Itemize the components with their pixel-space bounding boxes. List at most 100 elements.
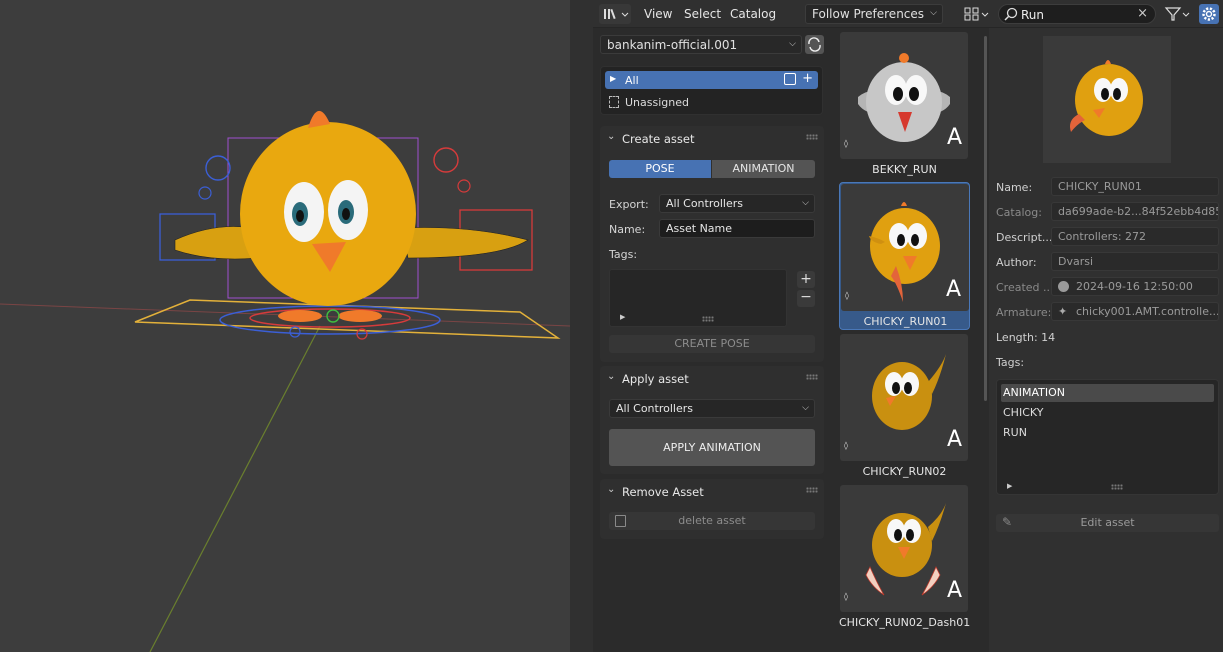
- new-catalog-icon[interactable]: [784, 73, 796, 85]
- description-field[interactable]: Controllers: 272: [1051, 227, 1219, 246]
- asset-tile[interactable]: ◊ A CHICKY_RUN02: [839, 333, 970, 481]
- area-divider[interactable]: [570, 0, 593, 652]
- created-field: 2024-09-16 12:50:00: [1051, 277, 1219, 296]
- refresh-icon: [808, 37, 821, 52]
- catalog-label: Unassigned: [625, 96, 689, 109]
- tag-item[interactable]: CHICKY: [1001, 404, 1214, 422]
- resize-handle-icon[interactable]: [702, 316, 714, 322]
- asset-badge: A: [946, 427, 962, 452]
- resize-handle-icon[interactable]: [1111, 484, 1123, 490]
- tab-animation[interactable]: ANIMATION: [712, 160, 815, 178]
- catalog-field[interactable]: da699ade-b2...84f52ebb4d85: [1051, 202, 1219, 221]
- name-label: Name:: [996, 181, 1033, 194]
- asset-tile[interactable]: ◊ A CHICKY_RUN02_Dash01: [839, 484, 970, 632]
- asset-badge: A: [946, 578, 962, 603]
- asset-library-value: bankanim-official.001: [607, 38, 738, 52]
- delete-asset-button[interactable]: delete asset: [609, 512, 815, 530]
- catalog-label: Catalog:: [996, 206, 1042, 219]
- panel-title: Create asset: [622, 132, 695, 146]
- clear-search-icon[interactable]: ×: [1137, 6, 1148, 21]
- asset-library-dropdown[interactable]: bankanim-official.001 ⌵: [600, 35, 802, 54]
- drag-handle-icon[interactable]: [806, 134, 818, 140]
- triangle-right-icon[interactable]: ▶: [620, 313, 625, 321]
- clock-icon: [1058, 281, 1069, 292]
- tags-label: Tags:: [609, 248, 638, 261]
- tags-label: Tags:: [996, 356, 1025, 369]
- asset-name: CHICKY_RUN02_Dash01: [839, 616, 971, 629]
- action-icon: ◊: [844, 139, 848, 148]
- apply-controllers-dropdown[interactable]: All Controllers ⌵: [609, 399, 815, 418]
- asset-name: CHICKY_RUN02: [862, 465, 947, 478]
- editor-type-button[interactable]: [599, 4, 631, 24]
- 3d-viewport[interactable]: [0, 0, 570, 652]
- asset-name-field[interactable]: CHICKY_RUN01: [1051, 177, 1219, 196]
- created-value: 2024-09-16 12:50:00: [1076, 280, 1193, 293]
- add-tag-button[interactable]: +: [797, 271, 815, 288]
- catalog-item-unassigned[interactable]: Unassigned: [605, 93, 818, 111]
- export-dropdown[interactable]: All Controllers ⌵: [659, 194, 815, 213]
- refresh-library-button[interactable]: [805, 35, 824, 54]
- remove-tag-button[interactable]: −: [797, 290, 815, 307]
- settings-toggle-button[interactable]: [1199, 4, 1219, 24]
- apply-animation-button[interactable]: APPLY ANIMATION: [609, 429, 815, 466]
- import-method-dropdown[interactable]: Follow Preferences ⌵: [805, 4, 943, 24]
- armature-field[interactable]: ✦ chicky001.AMT.controlle...: [1051, 302, 1219, 321]
- export-label: Export:: [609, 198, 649, 211]
- asset-tile[interactable]: ◊ A BEKKY_RUN: [839, 31, 970, 179]
- tag-item[interactable]: ANIMATION: [1001, 384, 1214, 402]
- search-input[interactable]: Run ×: [998, 4, 1156, 24]
- asset-tags-list: ANIMATION CHICKY RUN ▶: [996, 379, 1219, 495]
- remove-asset-header[interactable]: ⌄ Remove Asset: [600, 479, 824, 503]
- menu-select[interactable]: Select: [684, 7, 721, 21]
- asset-browser-header: View Select Catalog Follow Preferences ⌵…: [593, 0, 1223, 28]
- menu-view[interactable]: View: [644, 7, 672, 21]
- create-pose-button[interactable]: CREATE POSE: [609, 335, 815, 353]
- unassigned-catalog-icon: [609, 96, 619, 108]
- catalog-item-all[interactable]: ▶ All +: [605, 71, 818, 89]
- panel-title: Apply asset: [622, 372, 689, 386]
- delete-icon: [615, 515, 626, 527]
- pencil-icon: ✎: [1002, 515, 1013, 529]
- asset-name-input[interactable]: Asset Name: [659, 219, 815, 238]
- search-value: Run: [1021, 8, 1045, 22]
- asset-browser: View Select Catalog Follow Preferences ⌵…: [593, 0, 1223, 652]
- armature-label: Armature:: [996, 306, 1052, 319]
- author-label: Author:: [996, 256, 1037, 269]
- description-label: Descript...: [996, 231, 1053, 244]
- chevron-down-icon: ⌄: [607, 131, 616, 142]
- display-mode-button[interactable]: [961, 4, 991, 24]
- created-label: Created ...: [996, 281, 1054, 294]
- delete-asset-label: delete asset: [678, 514, 746, 527]
- library-icon: [604, 8, 629, 20]
- chevron-down-icon: ⌄: [607, 484, 616, 495]
- apply-asset-header[interactable]: ⌄ Apply asset: [600, 366, 824, 390]
- chevron-down-icon: ⌵: [930, 8, 937, 18]
- edit-asset-button[interactable]: ✎ Edit asset: [996, 514, 1219, 532]
- add-icon[interactable]: +: [802, 71, 813, 86]
- grid-view-icon: [964, 7, 989, 21]
- catalog-label: All: [625, 74, 639, 87]
- chevron-down-icon: ⌵: [802, 198, 809, 208]
- tag-item[interactable]: RUN: [1001, 424, 1214, 442]
- triangle-right-icon[interactable]: ▶: [1007, 482, 1012, 490]
- asset-tile-selected[interactable]: ◊ A CHICKY_RUN01: [839, 182, 970, 330]
- menu-catalog[interactable]: Catalog: [730, 7, 776, 21]
- filter-button[interactable]: [1163, 4, 1193, 24]
- create-asset-panel: ⌄ Create asset POSE ANIMATION Export: Al…: [600, 126, 824, 362]
- drag-handle-icon[interactable]: [806, 487, 818, 493]
- tags-list[interactable]: ▶: [609, 269, 787, 327]
- gear-icon: [1202, 7, 1216, 21]
- asset-details-sidebar: Name: CHICKY_RUN01 Catalog: da699ade-b2.…: [989, 28, 1223, 652]
- author-field[interactable]: Dvarsi: [1051, 252, 1219, 271]
- create-asset-header[interactable]: ⌄ Create asset: [600, 126, 824, 150]
- asset-name: BEKKY_RUN: [872, 163, 937, 176]
- apply-asset-panel: ⌄ Apply asset All Controllers ⌵ APPLY AN…: [600, 366, 824, 474]
- asset-side-panel: bankanim-official.001 ⌵ ▶ All + Unassign…: [593, 28, 830, 652]
- drag-handle-icon[interactable]: [806, 374, 818, 380]
- asset-preview: [1043, 36, 1171, 163]
- asset-grid-scrollbar[interactable]: [984, 36, 987, 401]
- import-method-value: Follow Preferences: [812, 7, 925, 21]
- tab-pose[interactable]: POSE: [609, 160, 711, 178]
- name-label: Name:: [609, 223, 646, 236]
- armature-value: chicky001.AMT.controlle...: [1076, 305, 1219, 318]
